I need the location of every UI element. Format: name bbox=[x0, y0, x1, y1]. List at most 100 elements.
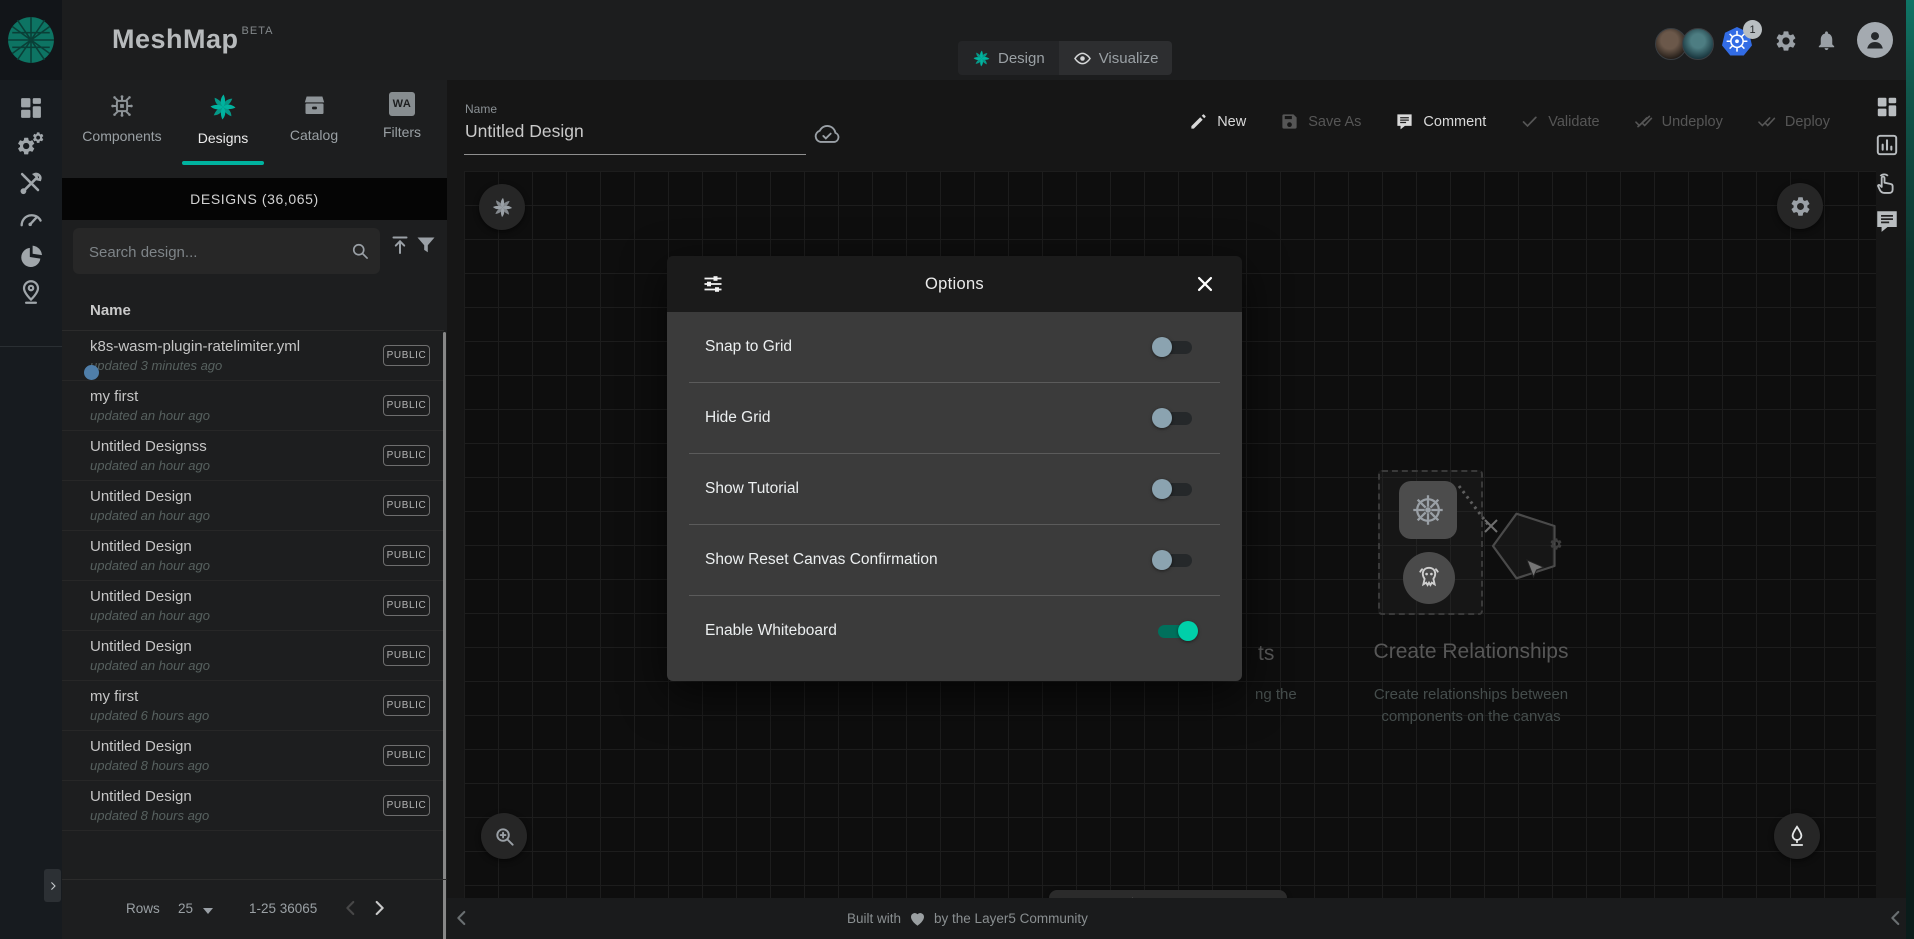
comment-button[interactable]: Comment bbox=[1395, 112, 1486, 131]
design-row[interactable]: Untitled Design updated 8 hours ago PUBL… bbox=[62, 781, 444, 831]
close-icon[interactable] bbox=[1194, 273, 1216, 295]
new-button[interactable]: New bbox=[1189, 112, 1246, 131]
option-row-hide-grid: Hide Grid bbox=[667, 383, 1242, 453]
show-tutorial-toggle[interactable] bbox=[1152, 478, 1198, 500]
panel-scrollbar[interactable] bbox=[443, 332, 446, 939]
settings-gear-icon[interactable] bbox=[1774, 29, 1798, 53]
meshery-mascot-icon bbox=[1412, 561, 1446, 595]
meshery-spiral-icon bbox=[972, 49, 991, 68]
deploy-button-label: Deploy bbox=[1785, 114, 1830, 130]
extensions-pie-icon[interactable] bbox=[17, 243, 45, 271]
save-as-button[interactable]: Save As bbox=[1280, 112, 1361, 131]
design-row[interactable]: Untitled Design updated an hour ago PUBL… bbox=[62, 581, 444, 631]
dashboard-icon[interactable] bbox=[17, 94, 45, 122]
import-design-icon[interactable] bbox=[388, 233, 412, 257]
undeploy-button[interactable]: Undeploy bbox=[1634, 112, 1723, 131]
design-row[interactable]: k8s-wasm-plugin-ratelimiter.yml updated … bbox=[62, 331, 444, 381]
app-title: MeshMapBETA bbox=[112, 24, 273, 55]
layouts-grid-icon[interactable] bbox=[1874, 94, 1900, 120]
design-name: Untitled Design bbox=[90, 488, 192, 505]
validate-button[interactable]: Validate bbox=[1520, 112, 1599, 131]
design-name: Untitled Design bbox=[90, 588, 192, 605]
onboarding-heading: Create Relationships bbox=[1341, 640, 1601, 664]
search-input[interactable] bbox=[87, 228, 341, 276]
tab-catalog-label: Catalog bbox=[290, 127, 338, 143]
design-updated: updated 3 minutes ago bbox=[90, 358, 222, 373]
option-label: Show Reset Canvas Confirmation bbox=[705, 551, 938, 569]
tab-design[interactable]: Design bbox=[958, 41, 1059, 75]
design-updated: updated an hour ago bbox=[90, 508, 210, 523]
notifications-bell-icon[interactable] bbox=[1815, 29, 1838, 52]
search-row bbox=[62, 220, 447, 282]
canvas-settings-button[interactable] bbox=[1777, 183, 1823, 229]
canvas-actions-button[interactable] bbox=[479, 184, 525, 230]
visibility-badge: PUBLIC bbox=[383, 495, 430, 516]
design-row[interactable]: Untitled Design updated 8 hours ago PUBL… bbox=[62, 731, 444, 781]
onboarding-caption-line2: components on the canvas bbox=[1341, 706, 1601, 728]
hide-grid-toggle[interactable] bbox=[1152, 407, 1198, 429]
app-logo[interactable] bbox=[0, 0, 62, 80]
active-tab-underline bbox=[182, 161, 264, 165]
design-name: k8s-wasm-plugin-ratelimiter.yml bbox=[90, 338, 300, 355]
chat-bubble-icon[interactable] bbox=[1874, 208, 1900, 234]
design-updated: updated 6 hours ago bbox=[90, 708, 209, 723]
enable-whiteboard-toggle[interactable] bbox=[1152, 620, 1198, 642]
rows-per-page-select[interactable]: 25 bbox=[178, 901, 193, 916]
option-row-show-tutorial: Show Tutorial bbox=[667, 454, 1242, 524]
chevron-down-icon[interactable] bbox=[203, 908, 213, 914]
rail-expand-chevron[interactable] bbox=[44, 869, 61, 902]
tab-filters[interactable]: WA Filters bbox=[356, 92, 448, 140]
gesture-touch-icon[interactable] bbox=[1874, 170, 1900, 196]
visibility-badge: PUBLIC bbox=[383, 745, 430, 766]
search-field bbox=[73, 228, 380, 274]
deploy-button[interactable]: Deploy bbox=[1757, 112, 1830, 131]
design-name: Untitled Design bbox=[90, 788, 192, 805]
snap-to-grid-toggle[interactable] bbox=[1152, 336, 1198, 358]
person-icon bbox=[1862, 27, 1888, 53]
lifecycle-gears-icon[interactable] bbox=[17, 131, 45, 159]
tab-catalog[interactable]: Catalog bbox=[268, 92, 360, 143]
visibility-badge: PUBLIC bbox=[383, 445, 430, 466]
new-button-label: New bbox=[1217, 114, 1246, 130]
tab-visualize[interactable]: Visualize bbox=[1059, 41, 1173, 75]
tab-designs[interactable]: Designs bbox=[177, 92, 269, 146]
design-row[interactable]: Untitled Design updated an hour ago PUBL… bbox=[62, 481, 444, 531]
page-range: 1-25 36065 bbox=[249, 901, 317, 916]
floppy-save-icon bbox=[1280, 112, 1299, 131]
configuration-tools-icon[interactable] bbox=[17, 169, 45, 197]
pencil-icon bbox=[1189, 112, 1208, 131]
filter-funnel-icon[interactable] bbox=[414, 233, 438, 257]
onboarding-caption-line1: Create relationships between bbox=[1341, 684, 1601, 706]
prev-page-chevron-icon[interactable] bbox=[340, 897, 362, 919]
next-page-chevron-icon[interactable] bbox=[368, 897, 390, 919]
tab-components-label: Components bbox=[82, 128, 161, 144]
options-modal: Options Snap to Grid Hide Grid Show Tuto… bbox=[667, 256, 1242, 681]
design-row[interactable]: Untitled Designss updated an hour ago PU… bbox=[62, 431, 444, 481]
kanvas-pin-icon[interactable] bbox=[17, 278, 45, 306]
design-row[interactable]: Untitled Design updated an hour ago PUBL… bbox=[62, 531, 444, 581]
design-name-input[interactable]: Untitled Design bbox=[465, 121, 584, 142]
options-modal-header: Options bbox=[667, 256, 1242, 312]
design-row[interactable]: my first updated an hour ago PUBLIC bbox=[62, 381, 444, 431]
design-name: Untitled Design bbox=[90, 638, 192, 655]
page-edge-scrollbar[interactable] bbox=[1906, 0, 1914, 939]
performance-gauge-icon[interactable] bbox=[17, 206, 45, 234]
whiteboard-pen-button[interactable] bbox=[1774, 813, 1820, 859]
tab-components[interactable]: Components bbox=[76, 92, 168, 144]
design-row[interactable]: Untitled Design updated an hour ago PUBL… bbox=[62, 631, 444, 681]
layer5-mesh-logo-icon bbox=[6, 15, 56, 65]
option-label: Hide Grid bbox=[705, 409, 770, 427]
top-header: MeshMapBETA Design Visualize 1 bbox=[0, 0, 1914, 81]
user-avatar[interactable] bbox=[1857, 22, 1893, 58]
eye-icon bbox=[1073, 49, 1092, 68]
design-updated: updated an hour ago bbox=[90, 558, 210, 573]
collaborator-avatar-2[interactable] bbox=[1682, 28, 1714, 60]
collapse-right-chevron-icon[interactable] bbox=[1885, 904, 1907, 932]
dashboard-chart-icon[interactable] bbox=[1874, 132, 1900, 158]
collapse-left-chevron-icon[interactable] bbox=[451, 904, 473, 932]
reset-canvas-confirmation-toggle[interactable] bbox=[1152, 549, 1198, 571]
onboarding-caption: Create relationships between components … bbox=[1341, 684, 1601, 728]
design-row[interactable]: my first updated 6 hours ago PUBLIC bbox=[62, 681, 444, 731]
spiral-flower-icon bbox=[491, 196, 514, 219]
zoom-in-button[interactable] bbox=[481, 813, 527, 859]
